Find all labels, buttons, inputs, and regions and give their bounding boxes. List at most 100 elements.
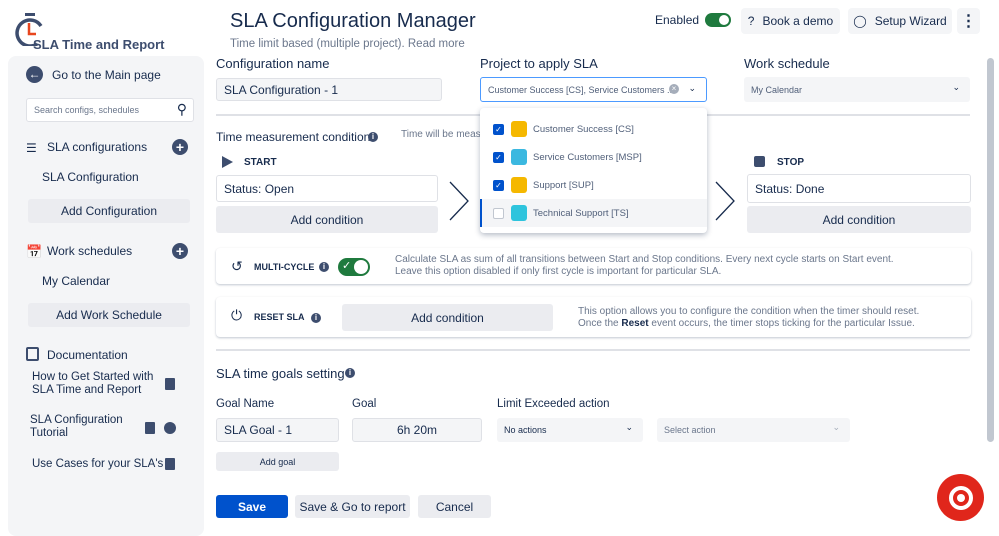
clear-icon[interactable]: × [669, 84, 679, 94]
checkbox-checked[interactable]: ✓ [493, 123, 504, 135]
enabled-toggle[interactable] [705, 13, 732, 27]
setup-wizard-button[interactable]: ◯ Setup Wizard [848, 8, 952, 34]
stop-condition-input[interactable]: Status: Done [747, 174, 971, 203]
question-icon: ? [747, 14, 755, 28]
enabled-label: Enabled [655, 13, 700, 27]
add-config-plus-icon[interactable]: + [172, 139, 188, 155]
select-action-dropdown[interactable]: Select action ⌄ [657, 418, 850, 442]
doc-link-use-cases[interactable]: Use Cases for your SLA's [32, 458, 163, 470]
multicycle-description: Calculate SLA as sum of all transitions … [395, 254, 894, 278]
multicycle-desc-line2: Leave this option disabled if only first… [395, 266, 722, 277]
enabled-toggle-group[interactable]: Enabled [655, 13, 732, 27]
sidebar-search-input[interactable]: Search configs, schedules ⚲ [26, 98, 194, 122]
scrollbar[interactable] [987, 58, 994, 442]
checkbox-checked[interactable]: ✓ [493, 179, 504, 191]
project-select-value: Customer Success [CS], Service Customers… [488, 84, 675, 95]
logo-text: SLA Time and Report [33, 37, 165, 52]
chat-support-button[interactable] [937, 474, 984, 521]
chevron-down-icon[interactable]: ⌄ [625, 422, 633, 433]
chevron-down-icon[interactable]: ⌄ [832, 422, 840, 433]
select-action-placeholder: Select action [664, 425, 716, 435]
work-schedule-select[interactable]: My Calendar ⌄ [744, 77, 970, 102]
add-schedule-plus-icon[interactable]: + [172, 243, 188, 259]
multicycle-desc-line1: Calculate SLA as sum of all transitions … [395, 254, 894, 265]
project-select[interactable]: Customer Success [CS], Service Customers… [480, 77, 707, 102]
multicycle-toggle[interactable]: ✓ [338, 258, 370, 276]
reset-description: This option allows you to configure the … [578, 306, 919, 330]
reset-desc-bold: Reset [621, 318, 649, 329]
documentation-heading: Documentation [47, 348, 128, 362]
sidebar-item-my-calendar[interactable]: My Calendar [42, 274, 110, 288]
back-arrow-icon[interactable]: ← [26, 66, 43, 83]
search-placeholder: Search configs, schedules [34, 105, 140, 115]
conditions-title: Time measurement conditions [216, 130, 377, 144]
cancel-button[interactable]: Cancel [418, 495, 491, 518]
project-option-label: Customer Success [CS] [533, 123, 634, 135]
doc-link-getting-started[interactable]: How to Get Started with SLA Time and Rep… [32, 371, 154, 397]
info-icon[interactable]: i [368, 132, 378, 142]
project-option-label: Technical Support [TS] [533, 207, 629, 219]
sla-configurations-heading: SLA configurations [47, 140, 148, 154]
limit-action-select[interactable]: No actions ⌄ [497, 418, 643, 442]
add-goal-button[interactable]: Add goal [216, 452, 339, 471]
add-configuration-button[interactable]: Add Configuration [28, 199, 190, 223]
sliders-icon: ☰ [26, 141, 37, 155]
project-label: Project to apply SLA [480, 56, 598, 71]
info-icon[interactable]: i [345, 368, 355, 378]
work-schedule-label: Work schedule [744, 56, 830, 71]
project-option-sup[interactable]: ✓ Support [SUP] [480, 171, 707, 199]
conditions-hint: Time will be measu [401, 129, 487, 140]
book-demo-label: Book a demo [762, 14, 834, 28]
more-menu-icon[interactable]: ⋮ [957, 8, 980, 34]
search-icon[interactable]: ⚲ [177, 101, 187, 118]
save-go-report-button[interactable]: Save & Go to report [295, 495, 410, 518]
stop-icon [754, 156, 765, 167]
stop-add-condition-button[interactable]: Add condition [747, 206, 971, 233]
checkbox-checked[interactable]: ✓ [493, 151, 504, 163]
doc-icon [145, 422, 155, 434]
limit-action-header: Limit Exceeded action [497, 398, 610, 410]
start-condition-input[interactable]: Status: Open [216, 175, 438, 202]
save-button[interactable]: Save [216, 495, 288, 518]
project-option-label: Service Customers [MSP] [533, 151, 642, 163]
limit-action-value: No actions [504, 425, 547, 435]
doc-icon [165, 458, 175, 470]
page-title: SLA Configuration Manager [230, 10, 476, 32]
project-avatar-icon [511, 177, 527, 193]
stop-label: STOP [777, 157, 805, 168]
goal-name-input[interactable]: SLA Goal - 1 [216, 418, 339, 442]
reset-desc-post: event occurs, the timer stops ticking fo… [648, 318, 915, 329]
project-avatar-icon [511, 149, 527, 165]
documents-icon [26, 347, 39, 361]
goal-name-header: Goal Name [216, 398, 275, 410]
doc-link-tutorial[interactable]: SLA Configuration Tutorial [30, 414, 130, 440]
checkbox-unchecked[interactable] [493, 207, 504, 219]
reset-add-condition-button[interactable]: Add condition [342, 304, 553, 331]
sidebar-item-sla-configuration[interactable]: SLA Configuration [42, 170, 139, 184]
add-work-schedule-button[interactable]: Add Work Schedule [28, 303, 190, 327]
project-option-cs[interactable]: ✓ Customer Success [CS] [480, 115, 707, 143]
chevron-down-icon[interactable]: ⌄ [688, 83, 696, 94]
info-icon[interactable]: i [311, 313, 321, 323]
reset-desc-pre: Once the [578, 318, 622, 329]
power-icon: ⏻ [231, 307, 243, 323]
goal-duration-input[interactable]: 6h 20m [352, 418, 482, 442]
go-main-page-link[interactable]: Go to the Main page [52, 68, 161, 82]
start-add-condition-button[interactable]: Add condition [216, 206, 438, 233]
chevron-right-icon [714, 180, 736, 225]
history-icon: ↺ [231, 258, 243, 274]
lightbulb-icon: ◯ [853, 14, 867, 28]
config-name-input[interactable]: SLA Configuration - 1 [216, 78, 442, 101]
chevron-right-icon [448, 180, 470, 225]
play-icon [222, 156, 233, 168]
project-option-ts[interactable]: Technical Support [TS] [480, 199, 707, 227]
project-dropdown-menu: ✓ Customer Success [CS] ✓ Service Customer… [480, 108, 707, 233]
info-icon[interactable]: i [319, 262, 329, 272]
project-option-msp[interactable]: ✓ Service Customers [MSP] [480, 143, 707, 171]
project-avatar-icon [511, 121, 527, 137]
book-demo-button[interactable]: ? Book a demo [741, 8, 840, 34]
chevron-down-icon[interactable]: ⌄ [952, 82, 960, 93]
video-icon [164, 422, 176, 434]
page-subtitle[interactable]: Time limit based (multiple project). Rea… [230, 38, 465, 50]
doc-icon [165, 378, 175, 390]
